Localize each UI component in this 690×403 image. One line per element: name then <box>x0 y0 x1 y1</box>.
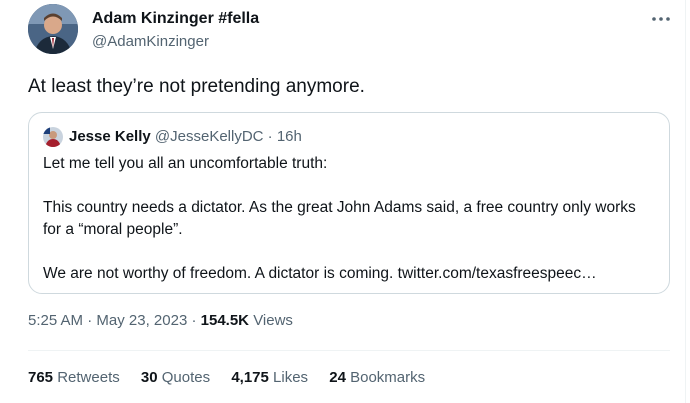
quoted-header: Jesse Kelly @JesseKellyDC · 16h <box>69 127 302 147</box>
bookmarks-stat[interactable]: 24 Bookmarks <box>329 369 425 386</box>
quotes-label: Quotes <box>161 369 211 386</box>
quoted-author-avatar[interactable] <box>43 127 63 147</box>
tweet-meta: 5:25 AM · May 23, 2023 · 154.5K Views <box>28 312 293 329</box>
tweet-date[interactable]: May 23, 2023 <box>96 312 187 329</box>
more-horizontal-icon[interactable] <box>646 8 676 28</box>
retweets-label: Retweets <box>57 369 120 386</box>
bookmarks-count: 24 <box>329 369 346 386</box>
author-handle[interactable]: @AdamKinzinger <box>92 33 209 50</box>
quoted-tweet[interactable]: Jesse Kelly @JesseKellyDC · 16h Let me t… <box>28 112 670 294</box>
likes-stat[interactable]: 4,175 Likes <box>231 369 308 386</box>
bookmarks-label: Bookmarks <box>350 369 426 386</box>
tweet-header: Adam Kinzinger #fella @AdamKinzinger <box>28 0 678 60</box>
views-label: Views <box>253 312 293 329</box>
tweet-card: Adam Kinzinger #fella @AdamKinzinger At … <box>0 0 686 403</box>
quoted-separator: · <box>267 128 273 145</box>
views-count: 154.5K <box>200 312 250 329</box>
quoted-author-name[interactable]: Jesse Kelly <box>69 128 151 145</box>
quotes-stat[interactable]: 30 Quotes <box>141 369 210 386</box>
meta-separator: · <box>87 312 93 329</box>
author-avatar[interactable] <box>28 4 78 54</box>
quoted-timestamp[interactable]: 16h <box>277 128 302 145</box>
quoted-author-handle[interactable]: @JesseKellyDC <box>155 128 264 145</box>
quoted-paragraph: We are not worthy of freedom. A dictator… <box>43 265 597 282</box>
tweet-text: At least they’re not pretending anymore. <box>28 76 365 97</box>
likes-label: Likes <box>273 369 309 386</box>
tweet-stats: 765 Retweets 30 Quotes 4,175 Likes 24 Bo… <box>28 369 442 386</box>
tweet-time[interactable]: 5:25 AM <box>28 312 83 329</box>
divider <box>28 350 670 351</box>
retweets-count: 765 <box>28 369 54 386</box>
quoted-paragraph: This country needs a dictator. As the gr… <box>43 199 636 238</box>
quoted-text: Let me tell you all an uncomfortable tru… <box>43 153 653 285</box>
likes-count: 4,175 <box>231 369 269 386</box>
retweets-stat[interactable]: 765 Retweets <box>28 369 120 386</box>
meta-separator: · <box>191 312 197 329</box>
author-name[interactable]: Adam Kinzinger #fella <box>92 10 259 28</box>
quotes-count: 30 <box>140 369 158 386</box>
quoted-paragraph: Let me tell you all an uncomfortable tru… <box>43 155 328 172</box>
